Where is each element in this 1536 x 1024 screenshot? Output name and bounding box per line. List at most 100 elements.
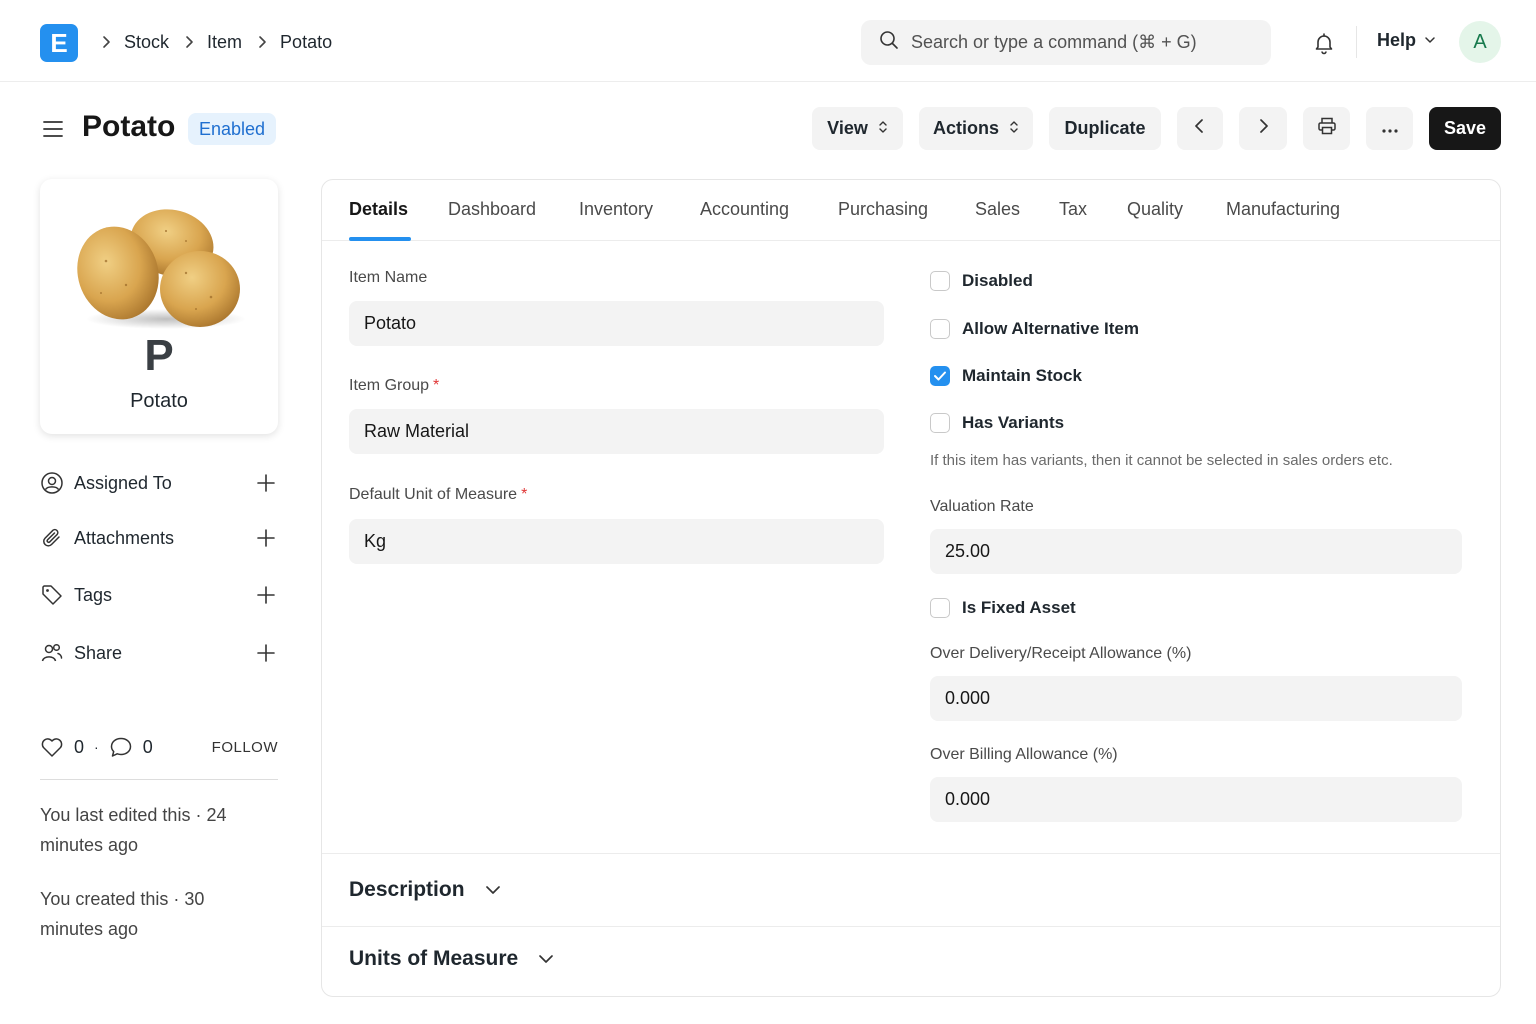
valuation-rate-label: Valuation Rate [930, 498, 1034, 515]
tag-icon [40, 583, 64, 607]
allow-alternative-checkbox[interactable] [930, 319, 950, 339]
item-group-label-text: Item Group [349, 377, 430, 394]
user-avatar[interactable]: A [1459, 21, 1501, 63]
uom-field[interactable]: Kg [349, 519, 884, 564]
plus-icon[interactable] [254, 471, 278, 495]
previous-button[interactable] [1177, 107, 1223, 150]
maintain-stock-label: Maintain Stock [962, 366, 1082, 385]
comment-icon[interactable] [109, 736, 133, 758]
plus-icon[interactable] [254, 641, 278, 665]
tab-tax[interactable]: Tax [1059, 199, 1087, 220]
has-variants-checkbox-row[interactable]: Has Variants [930, 411, 1064, 435]
search-icon [879, 30, 899, 55]
activity-created: You created this · 30 minutes ago [40, 889, 205, 939]
tab-dashboard[interactable]: Dashboard [448, 199, 536, 220]
bell-icon[interactable] [1312, 31, 1336, 55]
chevron-down-icon [538, 954, 554, 964]
tab-sales[interactable]: Sales [975, 199, 1020, 220]
tab-quality[interactable]: Quality [1127, 199, 1183, 220]
search-input[interactable] [911, 32, 1251, 53]
allow-alternative-checkbox-row[interactable]: Allow Alternative Item [930, 317, 1139, 341]
comments-count: 0 [142, 736, 153, 757]
item-initial: P [144, 331, 174, 380]
paperclip-icon [40, 526, 64, 550]
fixed-asset-checkbox-row[interactable]: Is Fixed Asset [930, 596, 1076, 620]
dot-separator: · [94, 739, 99, 755]
sort-chevrons-icon [1009, 118, 1019, 139]
item-name-field[interactable]: Potato [349, 301, 884, 346]
plus-icon[interactable] [254, 583, 278, 607]
sort-chevrons-icon [878, 118, 888, 139]
view-button[interactable]: View [812, 107, 903, 150]
disabled-checkbox-row[interactable]: Disabled [930, 269, 1033, 293]
description-section[interactable]: Description [322, 853, 1500, 926]
active-tab-indicator [349, 237, 411, 241]
sidebar-item-label: Attachments [74, 527, 175, 548]
engagement-row: 0 · 0 FOLLOW [40, 733, 278, 761]
sidebar-item-attachments[interactable]: Attachments [40, 523, 278, 553]
item-group-field[interactable]: Raw Material [349, 409, 884, 454]
breadcrumb-potato[interactable]: Potato [280, 32, 332, 53]
tab-details[interactable]: Details [349, 199, 408, 220]
chevron-right-icon [96, 32, 116, 52]
search-bar[interactable] [861, 20, 1271, 65]
description-section-header[interactable]: Description [349, 878, 501, 902]
breadcrumb-stock[interactable]: Stock [124, 32, 169, 53]
sidebar-item-label: Tags [74, 584, 113, 605]
page-title: Potato [82, 110, 176, 143]
uom-label: Default Unit of Measure * [349, 486, 527, 504]
breadcrumb-item[interactable]: Item [207, 32, 242, 53]
over-billing-field[interactable]: 0.000 [930, 777, 1462, 822]
chevron-right-icon [1256, 118, 1270, 139]
tab-accounting[interactable]: Accounting [700, 199, 789, 220]
share-users-icon [40, 641, 64, 665]
next-button[interactable] [1239, 107, 1287, 150]
more-button[interactable] [1366, 107, 1413, 150]
item-name-label: Item Name [349, 269, 428, 286]
sidebar-item-share[interactable]: Share [40, 638, 278, 668]
plus-icon[interactable] [254, 526, 278, 550]
sidebar-item-assigned-to[interactable]: Assigned To [40, 468, 278, 498]
has-variants-label: Has Variants [962, 413, 1065, 432]
save-button[interactable]: Save [1429, 107, 1501, 150]
over-delivery-field[interactable]: 0.000 [930, 676, 1462, 721]
print-button[interactable] [1303, 107, 1350, 150]
chevron-down-icon [1424, 30, 1436, 51]
fixed-asset-label: Is Fixed Asset [962, 598, 1076, 617]
item-group-label: Item Group * [349, 377, 439, 395]
has-variants-checkbox[interactable] [930, 413, 950, 433]
checkmark-icon [934, 371, 946, 381]
units-of-measure-section[interactable]: Units of Measure [322, 926, 1500, 996]
chevron-down-icon [485, 885, 501, 895]
maintain-stock-checkbox[interactable] [930, 366, 950, 386]
chevron-right-icon [179, 32, 199, 52]
sidebar-item-label: Assigned To [74, 472, 172, 493]
fixed-asset-checkbox[interactable] [930, 598, 950, 618]
help-label: Help [1377, 30, 1417, 50]
app-logo[interactable]: E [40, 24, 78, 62]
disabled-checkbox[interactable] [930, 271, 950, 291]
follow-button[interactable]: FOLLOW [212, 739, 278, 756]
item-image-card[interactable]: P Potato [40, 179, 278, 434]
required-asterisk: * [433, 377, 440, 394]
disabled-label: Disabled [962, 271, 1033, 290]
has-variants-help-text: If this item has variants, then it canno… [930, 452, 1393, 469]
navbar-divider [1356, 26, 1357, 58]
help-dropdown[interactable]: Help [1377, 30, 1436, 51]
breadcrumb: Stock Item Potato [94, 30, 340, 54]
likes-count: 0 [74, 736, 85, 757]
heart-icon[interactable] [40, 736, 64, 758]
actions-button[interactable]: Actions [919, 107, 1033, 150]
units-of-measure-section-header[interactable]: Units of Measure [349, 947, 554, 971]
sidebar-item-tags[interactable]: Tags [40, 580, 278, 610]
maintain-stock-checkbox-row[interactable]: Maintain Stock [930, 364, 1082, 388]
duplicate-button[interactable]: Duplicate [1049, 107, 1161, 150]
valuation-rate-field[interactable]: 25.00 [930, 529, 1462, 574]
over-billing-label: Over Billing Allowance (%) [930, 746, 1118, 763]
tab-purchasing[interactable]: Purchasing [838, 199, 928, 220]
tab-manufacturing[interactable]: Manufacturing [1226, 199, 1340, 220]
tab-inventory[interactable]: Inventory [579, 199, 653, 220]
menu-icon[interactable] [42, 118, 64, 140]
top-navbar: E Stock Item Potato Help A [0, 0, 1536, 82]
status-badge: Enabled [188, 113, 277, 145]
